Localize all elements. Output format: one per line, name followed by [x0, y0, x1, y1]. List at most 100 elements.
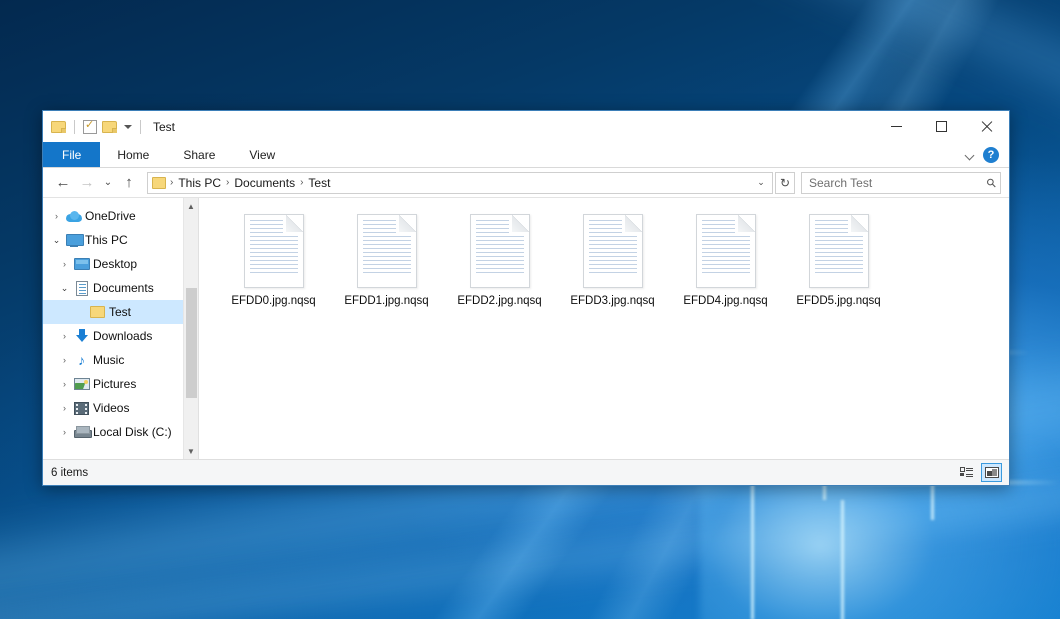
list-item[interactable]: EFDD5.jpg.nqsq — [782, 210, 895, 326]
new-folder-icon[interactable] — [102, 121, 117, 133]
desktop-wallpaper: Test File Home Share View ? — [0, 0, 1060, 619]
quick-access-toolbar[interactable] — [51, 120, 144, 134]
large-icons-view-button[interactable] — [981, 463, 1002, 482]
list-item[interactable]: EFDD1.jpg.nqsq — [330, 210, 443, 326]
list-item[interactable]: EFDD2.jpg.nqsq — [443, 210, 556, 326]
expander-chevron-icon[interactable]: ⌄ — [57, 283, 72, 294]
tab-share[interactable]: Share — [166, 142, 232, 167]
list-item[interactable]: EFDD3.jpg.nqsq — [556, 210, 669, 326]
maximize-button[interactable] — [919, 111, 964, 142]
expander-chevron-icon[interactable]: ⌄ — [49, 235, 64, 246]
forward-button[interactable]: → — [75, 171, 99, 195]
expander-chevron-icon[interactable]: › — [49, 211, 64, 221]
generic-file-icon — [809, 214, 869, 288]
folded-corner — [738, 215, 755, 232]
sidebar-item-label: Videos — [91, 401, 129, 415]
ribbon-tab-strip: File Home Share View ? — [43, 142, 1009, 168]
sidebar-item-documents[interactable]: ⌄ Documents — [43, 276, 198, 300]
large-icons-view-icon — [985, 467, 999, 478]
sidebar-item-local-disk-c[interactable]: › Local Disk (C:) — [43, 420, 198, 444]
sidebar-item-videos[interactable]: › Videos — [43, 396, 198, 420]
file-list-pane[interactable]: EFDD0.jpg.nqsq EFDD1.jpg.nqsq EFDD2.jpg.… — [199, 198, 1009, 459]
details-view-icon — [960, 467, 973, 478]
tab-home[interactable]: Home — [100, 142, 166, 167]
sidebar-item-onedrive[interactable]: › OneDrive — [43, 204, 198, 228]
refresh-button[interactable]: ↻ — [775, 172, 795, 194]
chevron-down-icon[interactable] — [966, 151, 975, 160]
sidebar-item-downloads[interactable]: › Downloads — [43, 324, 198, 348]
file-name-label: EFDD5.jpg.nqsq — [796, 295, 880, 307]
details-view-button[interactable] — [956, 463, 977, 482]
expander-chevron-icon[interactable]: › — [57, 403, 72, 413]
recent-locations-button[interactable]: ⌄ — [99, 171, 117, 195]
scroll-down-arrow-icon[interactable]: ▼ — [184, 443, 198, 459]
sidebar-item-label: Pictures — [91, 377, 136, 391]
close-icon — [980, 120, 993, 133]
sidebar-item-label: Test — [107, 305, 131, 319]
sidebar-item-label: Desktop — [91, 257, 137, 271]
folded-corner — [851, 215, 868, 232]
sidebar-item-music[interactable]: › ♪ Music — [43, 348, 198, 372]
sidebar-item-pictures[interactable]: › Pictures — [43, 372, 198, 396]
properties-checkbox-icon[interactable] — [83, 120, 97, 134]
address-bar-row: ← → ⌄ ↑ › This PC › Documents › Test ⌄ ↻… — [43, 168, 1009, 198]
computer-icon — [64, 234, 83, 247]
list-item[interactable]: EFDD0.jpg.nqsq — [217, 210, 330, 326]
sidebar-item-this-pc[interactable]: ⌄ This PC — [43, 228, 198, 252]
item-count-label: 6 items — [51, 467, 88, 479]
divider — [140, 120, 141, 134]
sidebar-item-label: OneDrive — [83, 209, 136, 223]
file-name-label: EFDD1.jpg.nqsq — [344, 295, 428, 307]
folded-corner — [512, 215, 529, 232]
up-button[interactable]: ↑ — [117, 171, 141, 195]
generic-file-icon — [583, 214, 643, 288]
sidebar-item-label: Local Disk (C:) — [91, 425, 172, 439]
help-icon[interactable]: ? — [983, 147, 999, 163]
tab-view[interactable]: View — [232, 142, 292, 167]
breadcrumb-test[interactable]: Test — [304, 176, 334, 190]
sidebar-item-label: Downloads — [91, 329, 152, 343]
chevron-down-icon[interactable]: ⌄ — [752, 177, 770, 188]
title-bar: Test — [43, 111, 1009, 142]
generic-file-icon — [696, 214, 756, 288]
file-name-label: EFDD2.jpg.nqsq — [457, 295, 541, 307]
videos-icon — [72, 402, 91, 415]
sidebar-scrollbar[interactable]: ▲ ▼ — [183, 198, 198, 459]
expander-chevron-icon[interactable]: › — [57, 355, 72, 365]
expander-chevron-icon[interactable]: › — [57, 331, 72, 341]
folder-icon[interactable] — [51, 121, 66, 133]
search-input[interactable]: Search Test ⚲ — [801, 172, 1001, 194]
back-button[interactable]: ← — [51, 171, 75, 195]
chevron-down-icon[interactable] — [124, 125, 132, 129]
address-bar[interactable]: › This PC › Documents › Test ⌄ — [147, 172, 773, 194]
scroll-up-arrow-icon[interactable]: ▲ — [184, 198, 198, 214]
tab-file[interactable]: File — [43, 142, 100, 167]
breadcrumb-documents[interactable]: Documents — [230, 176, 299, 190]
generic-file-icon — [470, 214, 530, 288]
desktop-icon — [72, 258, 91, 270]
ribbon-right-controls: ? — [966, 142, 1003, 168]
list-item[interactable]: EFDD4.jpg.nqsq — [669, 210, 782, 326]
window-controls — [874, 111, 1009, 142]
search-placeholder: Search Test — [809, 176, 987, 190]
scrollbar-thumb[interactable] — [186, 288, 197, 398]
sidebar-item-test[interactable]: Test — [43, 300, 198, 324]
minimize-button[interactable] — [874, 111, 919, 142]
folder-icon — [88, 306, 107, 318]
expander-chevron-icon[interactable]: › — [57, 379, 72, 389]
expander-chevron-icon[interactable]: › — [57, 259, 72, 269]
generic-file-icon — [244, 214, 304, 288]
folded-corner — [286, 215, 303, 232]
expander-chevron-icon[interactable]: › — [57, 427, 72, 437]
sidebar-item-label: Music — [91, 353, 124, 367]
downloads-icon — [72, 329, 91, 343]
status-bar: 6 items — [43, 459, 1009, 485]
disk-icon — [72, 426, 91, 438]
close-button[interactable] — [964, 111, 1009, 142]
divider — [74, 120, 75, 134]
sidebar-item-desktop[interactable]: › Desktop — [43, 252, 198, 276]
file-name-label: EFDD0.jpg.nqsq — [231, 295, 315, 307]
documents-icon — [72, 281, 91, 296]
cloud-icon — [64, 211, 83, 222]
breadcrumb-this-pc[interactable]: This PC — [174, 176, 225, 190]
